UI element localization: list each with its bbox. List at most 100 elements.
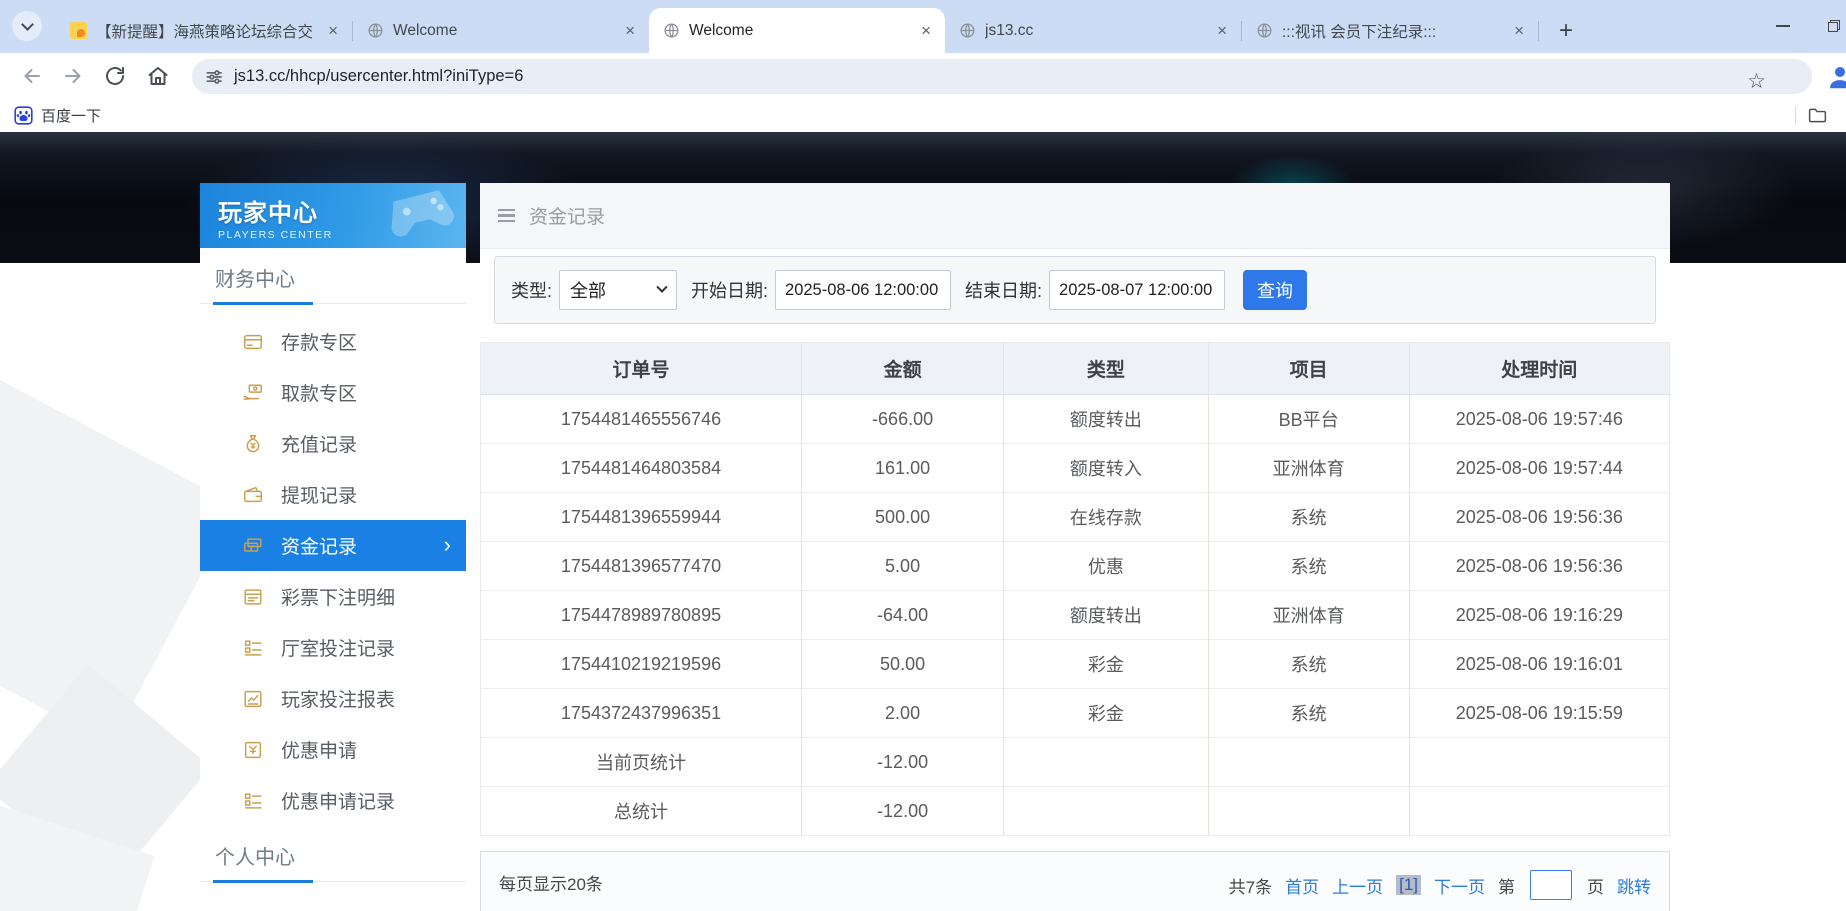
home-icon[interactable]	[146, 64, 170, 88]
table-cell: 500.00	[802, 493, 1004, 542]
minimize-button[interactable]	[1776, 25, 1790, 27]
sidebar-item-优惠申请[interactable]: 优惠申请	[200, 724, 466, 775]
column-header: 项目	[1208, 343, 1409, 395]
browser-tab[interactable]: js13.cc ×	[945, 8, 1241, 53]
bookmark-baidu[interactable]: 百度一下	[14, 105, 101, 126]
back-icon[interactable]	[20, 64, 44, 88]
bookmark-separator	[1795, 106, 1796, 125]
url-bar[interactable]: js13.cc/hhcp/usercenter.html?iniType=6 ☆	[192, 59, 1812, 94]
close-icon[interactable]: ×	[1213, 21, 1231, 41]
query-button[interactable]: 查询	[1243, 270, 1307, 310]
table-row: 1754481396559944500.00在线存款系统2025-08-06 1…	[481, 493, 1670, 542]
start-date-input[interactable]	[775, 270, 951, 310]
table-cell: 额度转入	[1004, 444, 1209, 493]
table-cell: -666.00	[802, 395, 1004, 444]
sidebar-item-label: 优惠申请	[281, 736, 357, 763]
first-page-link[interactable]: 首页	[1285, 873, 1319, 898]
table-cell: -12.00	[802, 787, 1004, 836]
table-row: 1754478989780895-64.00额度转出亚洲体育2025-08-06…	[481, 591, 1670, 640]
table-cell	[1004, 738, 1209, 787]
pagination-bar: 每页显示20条 共7条 首页 上一页 [1] 下一页 第 页 跳转	[480, 851, 1670, 911]
sidebar-item-消息公告[interactable]: 消息公告	[200, 894, 466, 911]
sidebar-item-label: 彩票下注明细	[281, 583, 395, 610]
column-header: 类型	[1004, 343, 1209, 395]
sidebar-header: 玩家中心 PLAYERS CENTER	[200, 183, 466, 248]
type-select[interactable]: 全部	[559, 270, 677, 310]
page-size-text: 每页显示20条	[499, 870, 603, 895]
tab-title: 【新提醒】海燕策略论坛综合交	[96, 20, 315, 42]
end-date-input[interactable]	[1049, 270, 1225, 310]
recharge-icon	[242, 433, 264, 455]
table-row: 17543724379963512.00彩金系统2025-08-06 19:15…	[481, 689, 1670, 738]
table-cell	[1208, 787, 1409, 836]
lottery-icon	[242, 586, 264, 608]
table-cell: 2025-08-06 19:57:46	[1409, 395, 1669, 444]
browser-tab[interactable]: Welcome×	[353, 8, 649, 53]
new-tab-button[interactable]: +	[1551, 16, 1581, 46]
sidebar-item-充值记录[interactable]: 充值记录	[200, 418, 466, 469]
table-row: 当前页统计-12.00	[481, 738, 1670, 787]
deposit-icon	[242, 331, 264, 353]
table-row: 17544813965774705.00优惠系统2025-08-06 19:56…	[481, 542, 1670, 591]
sidebar-item-玩家投注报表[interactable]: 玩家投注报表	[200, 673, 466, 724]
browser-tab[interactable]: 【新提醒】海燕策略论坛综合交 ×	[56, 8, 352, 53]
sidebar-item-label: 消息公告	[281, 906, 357, 911]
profile-avatar-icon[interactable]	[1825, 62, 1846, 92]
table-cell: 2025-08-06 19:16:29	[1409, 591, 1669, 640]
sidebar-section-title: 个人中心	[200, 826, 466, 882]
sidebar-item-label: 资金记录	[281, 532, 357, 559]
browser-tab[interactable]: Welcome ×	[649, 8, 945, 53]
column-header: 订单号	[481, 343, 802, 395]
site-settings-icon[interactable]	[204, 67, 224, 87]
table-cell: 50.00	[802, 640, 1004, 689]
close-icon[interactable]: ×	[917, 21, 935, 41]
url-text[interactable]: js13.cc/hhcp/usercenter.html?iniType=6	[234, 67, 523, 86]
all-bookmarks-folder-icon[interactable]	[1807, 105, 1828, 126]
tab-strip: 【新提醒】海燕策略论坛综合交×Welcome×Welcome×js13.cc×:…	[0, 0, 1846, 53]
sidebar-menu: 消息公告	[200, 894, 466, 911]
jump-link[interactable]: 跳转	[1617, 873, 1651, 898]
forum-icon	[70, 22, 87, 39]
bookmark-bar: 百度一下	[0, 99, 1846, 132]
sidebar-item-资金记录[interactable]: 资金记录›	[200, 520, 466, 571]
tab-search-button[interactable]	[12, 11, 42, 41]
sidebar-item-优惠申请记录[interactable]: 优惠申请记录	[200, 775, 466, 826]
sidebar-item-存款专区[interactable]: 存款专区	[200, 316, 466, 367]
sidebar-item-彩票下注明细[interactable]: 彩票下注明细	[200, 571, 466, 622]
table-header-row: 订单号金额类型项目处理时间	[481, 343, 1670, 395]
table-cell	[1409, 738, 1669, 787]
tab-title: Welcome	[689, 22, 908, 40]
close-icon[interactable]: ×	[621, 21, 639, 41]
sidebar-item-取款专区[interactable]: 取款专区	[200, 367, 466, 418]
browser-tab[interactable]: :::视讯 会员下注纪录:::×	[1242, 8, 1538, 53]
close-icon[interactable]: ×	[324, 21, 342, 41]
jump-page-input[interactable]	[1530, 870, 1572, 900]
funds-icon	[242, 535, 264, 557]
jump-prefix-label: 第	[1498, 873, 1515, 898]
tab-separator	[1538, 21, 1539, 41]
forward-icon[interactable]	[61, 64, 85, 88]
hamburger-icon[interactable]	[498, 209, 515, 223]
tab-title: js13.cc	[985, 22, 1204, 40]
globe-icon	[959, 22, 976, 39]
page-title: 资金记录	[529, 202, 605, 229]
reload-icon[interactable]	[103, 64, 127, 88]
end-date-label: 结束日期:	[965, 277, 1042, 303]
page-viewport: 玩家中心 PLAYERS CENTER 财务中心存款专区取款专区充值记录提现记录…	[0, 132, 1846, 911]
type-select-value: 全部	[570, 277, 606, 303]
sidebar-item-厅室投注记录[interactable]: 厅室投注记录	[200, 622, 466, 673]
close-icon[interactable]: ×	[1510, 21, 1528, 41]
table-cell: 2025-08-06 19:56:36	[1409, 493, 1669, 542]
browser-window: 【新提醒】海燕策略论坛综合交×Welcome×Welcome×js13.cc×:…	[0, 0, 1846, 911]
table-cell: 彩金	[1004, 640, 1209, 689]
next-page-link[interactable]: 下一页	[1434, 873, 1485, 898]
table-cell	[1004, 787, 1209, 836]
chevron-down-icon	[21, 18, 34, 31]
restore-button[interactable]	[1828, 20, 1840, 32]
restore-icon	[1828, 22, 1838, 32]
cashout-icon	[242, 484, 264, 506]
bookmark-star-icon[interactable]: ☆	[1747, 71, 1766, 92]
prev-page-link[interactable]: 上一页	[1332, 873, 1383, 898]
sidebar-item-提现记录[interactable]: 提现记录	[200, 469, 466, 520]
page-header: 资金记录	[480, 183, 1670, 249]
